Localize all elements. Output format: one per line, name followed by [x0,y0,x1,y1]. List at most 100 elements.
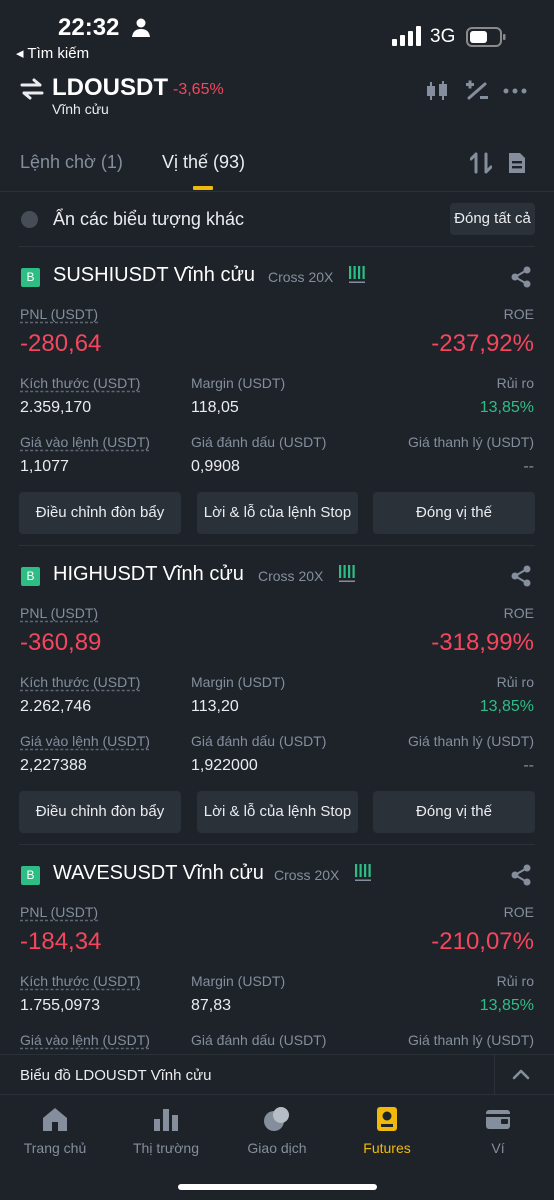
share-icon[interactable] [510,266,532,288]
sort-icon[interactable] [470,152,492,174]
liq-price-value: -- [523,757,534,774]
position-symbol[interactable]: HIGHUSDT Vĩnh cửu [53,563,244,586]
history-icon[interactable] [506,152,528,174]
tab-positions[interactable]: Vị thế (93) [162,152,245,173]
nav-item-trade[interactable]: Giao dịch [222,1095,332,1175]
size-value: 1.755,0973 [20,997,101,1014]
roe-value: -237,92% [431,330,534,357]
roe-label: ROE [503,306,534,322]
roe-label: ROE [503,605,534,621]
position-card: B HIGHUSDT Vĩnh cửu Cross 20X PNL (USDT)… [0,547,554,845]
liq-price-label: Giá thanh lý (USDT) [407,1032,534,1048]
percent-adjust-icon[interactable] [465,80,489,102]
side-badge: B [21,866,40,885]
margin-value: 113,20 [191,698,239,715]
liq-price-label: Giá thanh lý (USDT) [407,434,534,450]
risk-value: 13,85% [479,698,534,715]
mark-price-label: Giá đánh dấu (USDT) [191,434,327,450]
margin-value: 87,83 [191,997,232,1014]
chart-toggle-label[interactable]: Biểu đồ LDOUSDT Vĩnh cửu [20,1067,212,1084]
market-icon [154,1109,178,1131]
tp-sl-button[interactable]: Lời & lỗ của lệnh Stop [197,492,358,534]
candlestick-icon[interactable] [425,80,449,102]
hide-other-symbols-label[interactable]: Ẩn các biểu tượng khác [53,209,244,230]
futures-icon [377,1107,397,1131]
nav-label: Futures [363,1140,411,1156]
size-value: 2.262,746 [20,698,92,715]
liq-price-value: -- [523,458,534,475]
entry-price-label: Giá vào lệnh (USDT) [20,434,150,450]
margin-mode: Cross 20X [268,269,334,285]
position-symbol[interactable]: WAVESUSDT Vĩnh cửu [53,862,264,885]
divider [19,545,535,546]
active-tab-indicator [193,186,213,190]
mark-price-label: Giá đánh dấu (USDT) [191,733,327,749]
size-value: 2.359,170 [20,399,92,416]
leverage-bars-icon [355,864,371,881]
margin-label: Margin (USDT) [191,973,286,989]
adjust-leverage-button[interactable]: Điều chỉnh đòn bẩy [19,492,181,534]
network-type: 3G [430,26,456,47]
status-bar: 22:32 ◂ Tìm kiếm 3G [0,0,554,66]
share-icon[interactable] [510,565,532,587]
risk-value: 13,85% [479,997,534,1014]
side-badge: B [21,567,40,586]
close-all-button[interactable]: Đóng tất cả [450,203,535,235]
close-position-button[interactable]: Đóng vị thế [373,492,535,534]
pnl-value: -280,64 [20,330,102,357]
size-label: Kích thước (USDT) [20,375,141,391]
entry-price-label: Giá vào lệnh (USDT) [20,733,150,749]
home-indicator[interactable] [178,1184,377,1190]
share-icon[interactable] [510,864,532,886]
wallet-icon [486,1110,510,1129]
symbol-header: LDOUSDT -3,65% Vĩnh cửu [0,70,554,126]
tp-sl-button[interactable]: Lời & lỗ của lệnh Stop [197,791,358,833]
liq-price-label: Giá thanh lý (USDT) [407,733,534,749]
mark-price-label: Giá đánh dấu (USDT) [191,1032,327,1048]
position-symbol[interactable]: SUSHIUSDT Vĩnh cửu [53,264,255,287]
divider [19,246,535,247]
pair-contract-type: Vĩnh cửu [52,101,109,117]
margin-label: Margin (USDT) [191,674,286,690]
pair-symbol[interactable]: LDOUSDT [52,74,168,102]
pnl-value: -360,89 [20,629,102,656]
tab-open-orders[interactable]: Lệnh chờ (1) [20,152,123,173]
nav-label: Thị trường [132,1140,199,1156]
margin-value: 118,05 [191,399,239,416]
pnl-label: PNL (USDT) [20,904,99,920]
side-badge: B [21,268,40,287]
margin-label: Margin (USDT) [191,375,286,391]
risk-label: Rủi ro [496,674,534,690]
nav-item-market[interactable]: Thị trường [111,1095,221,1175]
divider [19,844,535,845]
close-position-button[interactable]: Đóng vị thế [373,791,535,833]
margin-mode: Cross 20X [274,867,340,883]
person-icon [132,18,150,37]
risk-label: Rủi ro [496,973,534,989]
divider [494,1055,495,1095]
size-label: Kích thước (USDT) [20,973,141,989]
swap-icon[interactable] [20,78,44,100]
mark-price-value: 0,9908 [191,458,240,475]
chart-toggle-bar[interactable]: Biểu đồ LDOUSDT Vĩnh cửu [0,1054,554,1095]
mark-price-value: 1,922000 [191,757,258,774]
pair-change-percent: -3,65% [173,81,224,98]
back-to-search-link[interactable]: ◂ Tìm kiếm [16,44,89,62]
leverage-bars-icon [349,266,365,283]
chevron-up-icon[interactable] [512,1067,530,1081]
pnl-label: PNL (USDT) [20,605,99,621]
pnl-label: PNL (USDT) [20,306,99,322]
adjust-leverage-button[interactable]: Điều chỉnh đòn bẩy [19,791,181,833]
nav-item-home[interactable]: Trang chủ [0,1095,110,1175]
signal-icon [392,26,421,46]
hide-other-symbols-radio[interactable] [21,211,38,228]
roe-value: -318,99% [431,629,534,656]
hide-other-symbols-row: Ẩn các biểu tượng khác Đóng tất cả [0,196,554,246]
battery-icon [466,27,506,47]
more-icon[interactable] [503,80,527,102]
nav-item-wallet[interactable]: Ví [443,1095,553,1175]
roe-value: -210,07% [431,928,534,955]
nav-label: Giao dịch [247,1140,307,1156]
nav-item-futures[interactable]: Futures [332,1095,442,1175]
entry-price-value: 1,1077 [20,458,69,475]
